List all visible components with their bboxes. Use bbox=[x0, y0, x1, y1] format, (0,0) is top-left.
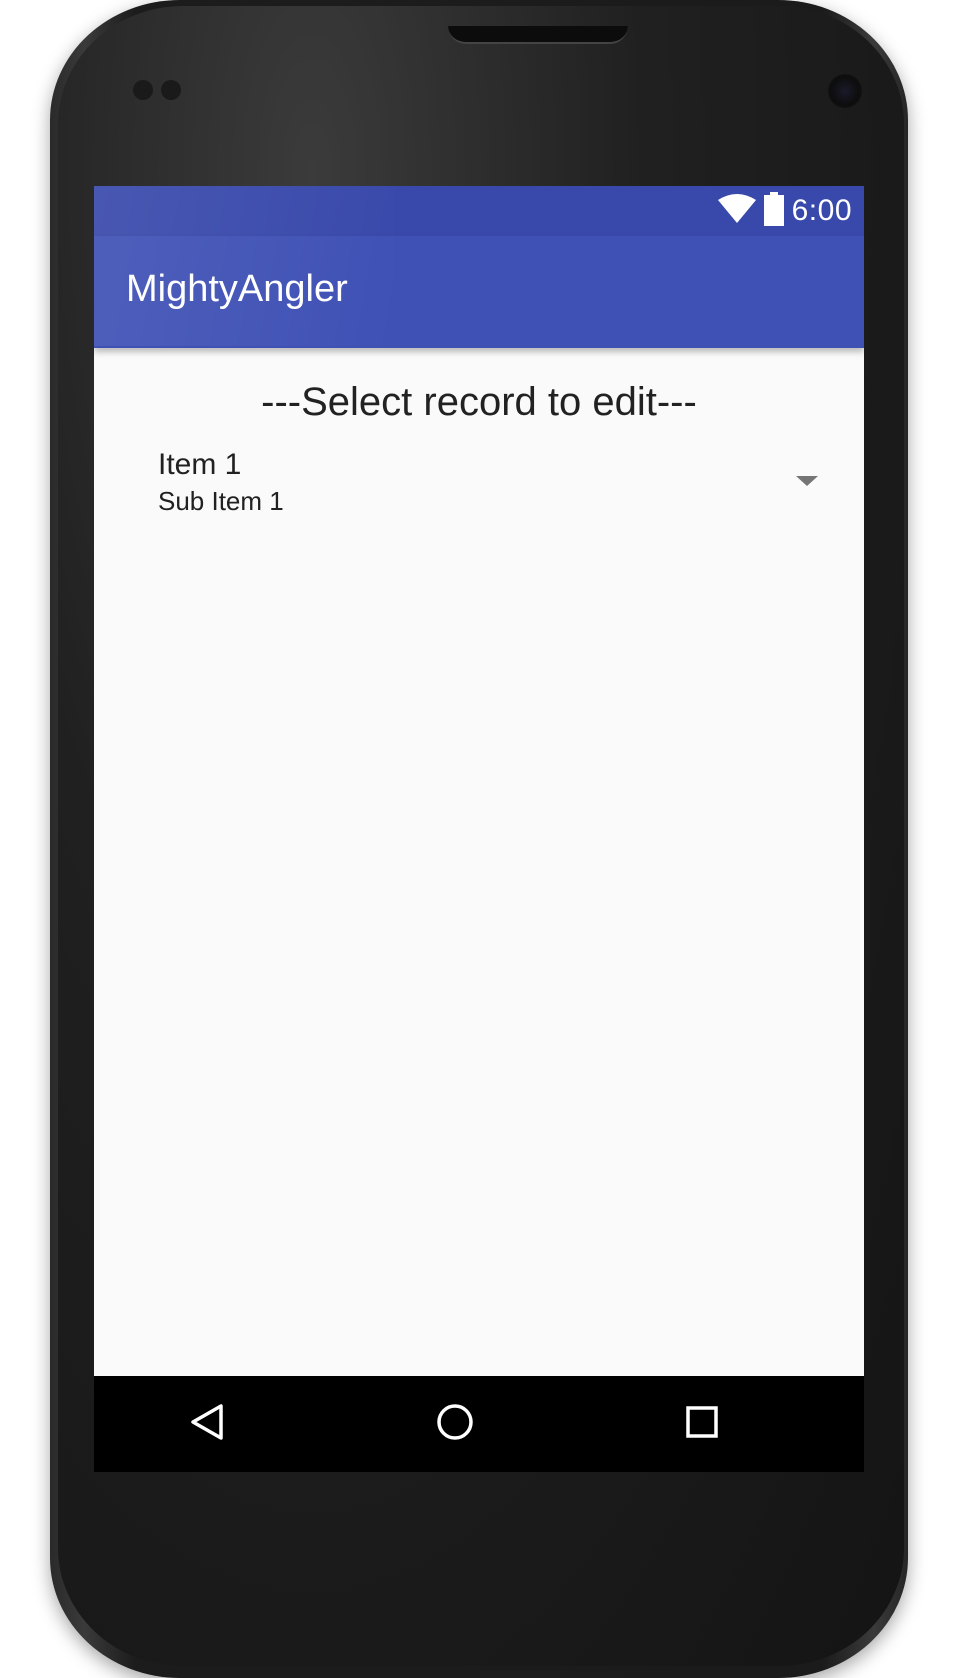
dropdown-arrow-icon[interactable] bbox=[796, 476, 818, 486]
status-icons: 6:00 bbox=[717, 191, 852, 231]
spinner-item-subtitle: Sub Item 1 bbox=[158, 486, 284, 516]
spinner-item-title: Item 1 bbox=[158, 448, 242, 481]
status-time: 6:00 bbox=[791, 194, 852, 227]
recents-button[interactable] bbox=[678, 1400, 726, 1448]
proximity-sensor bbox=[133, 80, 153, 100]
front-camera bbox=[828, 74, 862, 108]
recents-icon bbox=[684, 1404, 720, 1445]
home-icon bbox=[435, 1402, 475, 1447]
screen: 6:00 MightyAngler ---Select record to ed… bbox=[94, 186, 864, 1472]
device-frame: 6:00 MightyAngler ---Select record to ed… bbox=[0, 0, 958, 1678]
navigation-bar bbox=[94, 1376, 864, 1472]
wifi-icon bbox=[717, 193, 756, 229]
earpiece-speaker bbox=[448, 26, 628, 44]
light-sensor bbox=[161, 80, 181, 100]
home-button[interactable] bbox=[431, 1400, 479, 1448]
app-title: MightyAngler bbox=[126, 268, 348, 310]
status-bar: 6:00 bbox=[94, 186, 864, 236]
back-icon bbox=[187, 1402, 227, 1447]
main-content: ---Select record to edit--- Item 1 Sub I… bbox=[94, 348, 864, 1376]
back-button[interactable] bbox=[183, 1400, 231, 1448]
battery-icon bbox=[763, 191, 784, 231]
app-bar: MightyAngler bbox=[94, 236, 864, 348]
page-heading: ---Select record to edit--- bbox=[261, 380, 697, 424]
record-spinner[interactable]: Item 1 Sub Item 1 bbox=[158, 448, 818, 518]
